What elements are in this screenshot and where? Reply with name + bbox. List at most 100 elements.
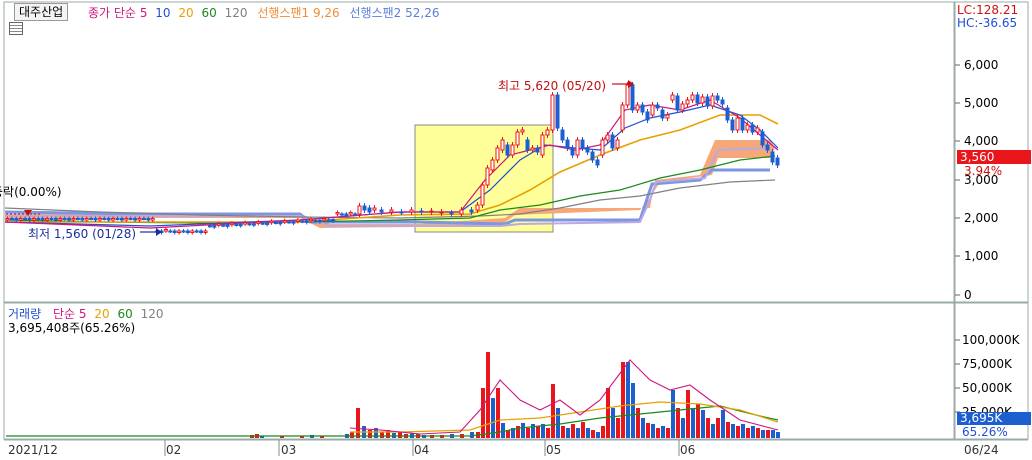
volume-bar	[621, 362, 625, 438]
candle-body	[269, 220, 274, 224]
candle-body	[500, 139, 505, 151]
candle-body	[199, 230, 204, 233]
candle-body	[389, 209, 394, 213]
price-tick-2000: 2,000	[964, 211, 999, 225]
candle-body	[36, 218, 41, 220]
x-label-03: 03	[281, 443, 297, 457]
candle-body	[300, 220, 305, 223]
current-price-badge: 3,560	[957, 150, 1031, 164]
candle-body	[700, 96, 705, 104]
volume-bar	[651, 424, 655, 438]
candle-body	[75, 218, 80, 220]
price-change-label: 3.94%	[964, 164, 1003, 178]
candle-body	[690, 94, 695, 101]
candle-body	[695, 94, 700, 104]
candle-body	[304, 220, 309, 223]
volume-bar	[681, 418, 685, 438]
candle-body	[429, 210, 434, 213]
candle-body	[615, 139, 620, 149]
candle-body	[216, 223, 221, 226]
x-end-date: 06/24	[964, 443, 999, 457]
candle-body	[600, 139, 605, 156]
candle-body	[550, 94, 555, 131]
volume-bar	[536, 426, 540, 438]
candle-body	[97, 218, 102, 221]
stock-name-button[interactable]: 대주산업	[14, 3, 69, 21]
rate-left-label: 등락(0.00%)	[0, 185, 62, 199]
price-tick-5000: 5,000	[964, 96, 999, 110]
volume-bar	[761, 430, 765, 438]
candle-body	[221, 224, 226, 227]
candle-body	[185, 230, 190, 233]
candle-body	[67, 218, 72, 221]
candle-body	[710, 95, 715, 107]
candle-body	[295, 219, 300, 222]
ma-label: 종가 단순	[88, 6, 136, 20]
volume-bar	[736, 426, 740, 438]
candle-body	[243, 222, 248, 225]
candle-body	[685, 99, 690, 105]
candle-body	[730, 119, 735, 131]
candle-body	[80, 218, 85, 221]
ma-period-60: 60	[201, 6, 217, 20]
candle-body	[640, 104, 645, 113]
volume-bar	[526, 428, 530, 438]
candle-body	[510, 144, 515, 156]
volume-bar	[561, 426, 565, 438]
volume-bar	[546, 428, 550, 438]
candle-body	[291, 221, 296, 224]
volume-bar	[551, 384, 555, 438]
candle-body	[190, 230, 195, 233]
volume-bar	[398, 432, 402, 438]
candle-body	[313, 220, 318, 223]
x-label-02: 02	[166, 443, 182, 457]
volume-bar	[746, 428, 750, 438]
candle-body	[53, 218, 58, 221]
volume-bar	[350, 432, 354, 438]
candle-body	[720, 99, 725, 105]
candle-body	[124, 218, 129, 221]
candle-body	[490, 159, 495, 171]
span2-label: 선행스팬2 52,26	[349, 6, 440, 20]
candle-body	[372, 207, 377, 211]
candle-body	[58, 218, 63, 221]
volume-bar	[606, 388, 610, 438]
candle-body	[273, 222, 278, 224]
candle-body	[317, 219, 322, 223]
volume-value-label: 3,695,408주(65.26%)	[8, 321, 136, 335]
high-annotation: 최고 5,620 (05/20)	[498, 79, 607, 93]
candle-body	[23, 218, 28, 220]
candle-body	[278, 221, 283, 225]
candle-body	[194, 230, 199, 233]
candle-body	[680, 103, 685, 111]
price-legend: 종가 단순 5 10 20 60 120 선행스팬1 9,26 선행스팬2 52…	[88, 4, 439, 21]
volume-bar	[571, 424, 575, 438]
candle-body	[625, 84, 630, 106]
ma-period-120: 120	[224, 6, 248, 20]
volume-bar	[521, 423, 525, 438]
candle-body	[645, 111, 650, 121]
candle-body	[348, 212, 353, 215]
candle-body	[229, 222, 234, 226]
candle-body	[725, 107, 730, 121]
candle-body	[545, 129, 550, 136]
candle-body	[399, 211, 404, 214]
volume-bar	[591, 430, 595, 438]
candle-body	[485, 167, 490, 186]
candle-body	[163, 229, 168, 232]
volume-bar	[356, 408, 360, 438]
volume-bar	[611, 408, 615, 438]
candle-body	[282, 220, 287, 223]
candle-body	[181, 230, 186, 233]
volume-bar	[766, 430, 770, 438]
candle-body	[31, 218, 36, 221]
volume-bar	[661, 426, 665, 438]
candle-body	[18, 218, 23, 221]
candle-body	[750, 124, 755, 133]
candle-body	[555, 94, 560, 129]
candle-body	[409, 209, 414, 213]
calendar-icon[interactable]	[9, 22, 23, 35]
candle-body	[89, 218, 94, 220]
volume-bar	[776, 432, 780, 438]
candle-body	[419, 210, 424, 213]
